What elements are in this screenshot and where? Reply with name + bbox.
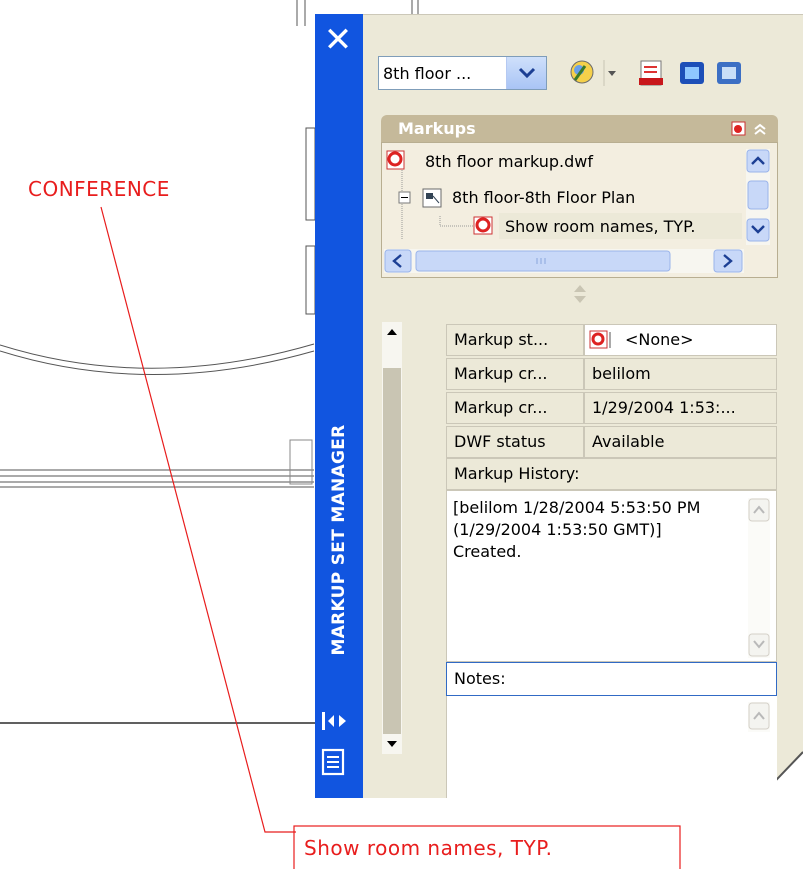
tree-lines <box>401 170 403 240</box>
status-none-icon <box>589 330 611 349</box>
prop-label-dwf-status: DWF status <box>446 426 584 458</box>
prop-label-markup-creator: Markup cr... <box>446 358 584 390</box>
chevron-down-icon <box>518 67 536 79</box>
notes-scrollbar[interactable] <box>748 702 770 732</box>
notes-field[interactable] <box>446 696 777 798</box>
collapse-icon[interactable] <box>752 121 768 137</box>
markup-status-icon[interactable] <box>731 121 747 137</box>
markup-history-label: Markup History: <box>446 458 777 490</box>
tree-item-sheet[interactable]: 8th floor-8th Floor Plan <box>452 188 635 207</box>
markups-header-title: Markups <box>398 119 476 138</box>
prop-value-markup-creator: belilom <box>584 358 777 390</box>
view-dwf-icon[interactable] <box>713 58 745 88</box>
expand-minus-icon[interactable] <box>398 191 412 205</box>
markup-restore-icon[interactable] <box>635 58 667 88</box>
palette-title-strip[interactable] <box>315 14 363 798</box>
prop-value-markup-created: 1/29/2004 1:53:... <box>584 392 777 424</box>
curved-wall <box>0 343 315 369</box>
prop-label-markup-status: Markup st... <box>446 324 584 356</box>
republish-icon[interactable] <box>567 58 599 88</box>
door-frame <box>305 127 316 221</box>
sheet-icon <box>422 188 442 208</box>
sheet-dropdown-value: 8th floor ... <box>383 64 472 83</box>
tree-vertical-scrollbar[interactable] <box>746 149 770 245</box>
autohide-icon[interactable] <box>320 708 350 734</box>
history-scrollbar[interactable] <box>748 498 770 658</box>
prop-value-dwf-status: Available <box>584 426 777 458</box>
view-redline-icon[interactable] <box>676 58 708 88</box>
tree-item-markup[interactable]: Show room names, TYP. <box>505 217 695 236</box>
splitter-grip-icon[interactable] <box>572 283 588 305</box>
leader-line <box>100 206 296 833</box>
notes-label: Notes: <box>446 662 777 696</box>
markup-text-label[interactable]: Show room names, TYP. <box>304 836 553 860</box>
dropdown-arrow-icon[interactable] <box>602 58 620 88</box>
tree-item-markup-set[interactable]: 8th floor markup.dwf <box>425 152 593 171</box>
dropdown-button[interactable] <box>506 57 546 89</box>
conference-label: CONFERENCE <box>28 177 170 201</box>
details-scrollbar[interactable] <box>382 322 402 754</box>
tree-horizontal-scrollbar[interactable] <box>384 249 744 273</box>
palette-title: MARKUP SET MANAGER <box>329 424 349 656</box>
markup-set-icon <box>386 150 405 170</box>
markup-icon <box>473 216 493 235</box>
prop-label-markup-created: Markup cr... <box>446 392 584 424</box>
properties-icon[interactable] <box>320 746 348 778</box>
tree-connector <box>439 216 480 227</box>
close-icon[interactable]: ✕ <box>318 20 358 60</box>
markup-history-text: [belilom 1/28/2004 5:53:50 PM (1/29/2004… <box>453 498 701 561</box>
